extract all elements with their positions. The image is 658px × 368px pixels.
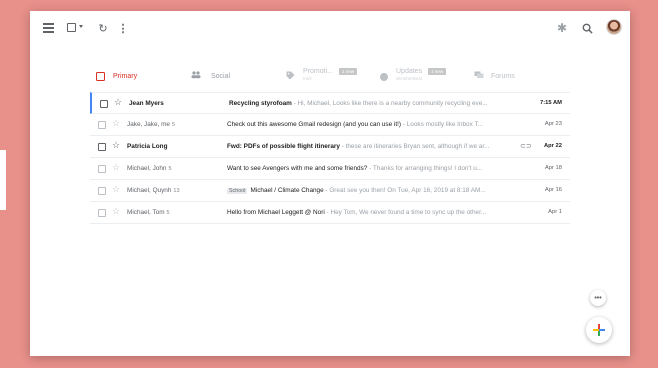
email-row[interactable]: ☆ Jake, Jake, me 5 Check out this awesome… (90, 114, 570, 136)
email-subject: Fwd: PDFs of possible flight itinerary (227, 143, 340, 150)
row-checkbox[interactable] (98, 165, 106, 173)
select-dropdown-icon[interactable] (79, 25, 83, 28)
email-sender: Michael, Tom 5 (127, 209, 223, 216)
tab-label: Social (211, 73, 231, 80)
avatar[interactable] (606, 19, 622, 35)
tab-primary[interactable]: Primary (96, 67, 137, 91)
email-subject: Recycling styrofoam (229, 100, 292, 107)
row-checkbox[interactable] (98, 187, 106, 195)
email-date: Apr 1 (548, 209, 562, 215)
tab-updates[interactable]: Updates 1 new WeatherBeat (380, 67, 447, 91)
email-content: Hello from Michael Leggett @ Nori - Hey … (227, 209, 515, 216)
star-icon[interactable]: ☆ (114, 98, 122, 107)
thread-count: 5 (171, 122, 176, 128)
sender-name: Michael, Quynh (127, 187, 172, 194)
email-date: Apr 16 (544, 187, 562, 193)
sender-name: Michael, John (127, 165, 167, 172)
new-badge: 1 new (338, 68, 357, 75)
tab-sublabel: Intel (303, 76, 312, 81)
sender-name: Michael, Tom (127, 209, 165, 216)
sender-name: Patricia Long (127, 143, 168, 150)
gmail-window: ↻ ⋮ ✱ Primary Social Promoti... 1 new In… (30, 11, 630, 356)
row-checkbox[interactable] (98, 121, 106, 129)
star-icon[interactable]: ☆ (112, 185, 120, 194)
thread-count: 5 (166, 210, 170, 216)
thread-count: 5 (168, 166, 172, 172)
email-sender: Patricia Long (127, 143, 223, 150)
background-notch (0, 150, 6, 210)
tab-social[interactable]: Social (191, 67, 230, 91)
tab-label: Updates (396, 68, 423, 75)
attachment-icon: ⊂⊃ (520, 143, 532, 150)
star-icon[interactable]: ☆ (112, 141, 120, 150)
row-checkbox[interactable] (98, 143, 106, 151)
more-options-button[interactable]: ••• (590, 290, 606, 306)
email-snippet: - Thanks for arranging things! I don't u… (367, 165, 483, 172)
email-row[interactable]: ☆ Michael, John 5 Want to see Avengers wi… (90, 158, 570, 180)
compose-button[interactable] (586, 317, 612, 343)
select-all-checkbox[interactable] (67, 23, 76, 32)
new-badge: 1 new (428, 68, 447, 75)
email-row[interactable]: ☆ Jean Myers Recycling styrofoam - Hi, M… (90, 92, 570, 114)
search-icon[interactable] (579, 20, 595, 36)
email-date: Apr 18 (544, 165, 562, 171)
tab-label: Primary (113, 73, 138, 80)
refresh-icon[interactable]: ↻ (95, 20, 111, 36)
email-date: 7:15 AM (539, 100, 562, 106)
tab-forums[interactable]: Forums (474, 67, 515, 91)
email-content: Check out this awesome Gmail redesign (a… (227, 121, 515, 128)
email-row[interactable]: ☆ Patricia Long Fwd: PDFs of possible fl… (90, 136, 570, 158)
category-tabs: Primary Social Promoti... 1 new Intel Up… (90, 67, 570, 91)
sender-name: Jake, Jake, me (127, 121, 170, 128)
email-subject: Hello from Michael Leggett @ Nori (227, 209, 325, 216)
tag-icon (286, 71, 295, 80)
email-subject: Michael / Climate Change (250, 187, 324, 194)
star-icon[interactable]: ☆ (112, 207, 120, 216)
forum-icon (474, 71, 484, 80)
row-checkbox[interactable] (98, 209, 106, 217)
email-row[interactable]: ☆ Michael, Quynh 13 School Michael / Clima… (90, 180, 570, 202)
tab-label: Forums (491, 73, 515, 80)
tab-label: Promoti... (303, 68, 333, 75)
email-content: Recycling styrofoam - Hi, Michael, Looks… (229, 100, 517, 107)
email-row[interactable]: ☆ Michael, Tom 5 Hello from Michael Legge… (90, 202, 570, 224)
label-chip[interactable]: School (227, 188, 248, 194)
email-subject: Want to see Avengers with me and some fr… (227, 165, 368, 172)
email-content: Want to see Avengers with me and some fr… (227, 165, 515, 172)
email-date: Apr 22 (543, 143, 562, 149)
people-icon (191, 71, 203, 80)
row-checkbox[interactable] (100, 100, 108, 108)
info-icon (380, 73, 388, 81)
star-icon[interactable]: ☆ (112, 119, 120, 128)
plus-icon (593, 324, 605, 336)
email-subject: Check out this awesome Gmail redesign (a… (227, 121, 402, 128)
email-sender: Michael, Quynh 13 (127, 187, 223, 194)
email-sender: Jake, Jake, me 5 (127, 121, 223, 128)
tab-sublabel: WeatherBeat (396, 76, 423, 81)
email-snippet: - these are itineraries Bryan sent, alth… (339, 143, 490, 150)
sender-name: Jean Myers (129, 100, 164, 107)
email-snippet: - Hey Tom, We never found a time to sync… (324, 209, 487, 216)
email-snippet: - Great see you then! On Tue, Apr 16, 20… (323, 187, 486, 194)
email-list: ☆ Jean Myers Recycling styrofoam - Hi, M… (90, 92, 570, 224)
tab-promotions[interactable]: Promoti... 1 new Intel (286, 67, 357, 91)
star-icon[interactable]: ☆ (112, 163, 120, 172)
gear-icon[interactable]: ✱ (554, 20, 570, 36)
more-vert-icon[interactable]: ⋮ (115, 20, 131, 36)
hamburger-menu-icon[interactable] (40, 20, 56, 36)
email-content: School Michael / Climate Change - Great s… (227, 187, 515, 194)
email-date: Apr 23 (544, 121, 562, 127)
email-content: Fwd: PDFs of possible flight itinerary -… (227, 143, 515, 150)
email-sender: Jean Myers (129, 100, 225, 107)
inbox-icon (96, 72, 105, 81)
thread-count: 13 (173, 188, 180, 194)
email-snippet: - Looks mostly like Inbox T... (401, 121, 483, 128)
email-sender: Michael, John 5 (127, 165, 223, 172)
email-snippet: - Hi, Michael, Looks like there is a nea… (291, 100, 488, 107)
top-toolbar: ↻ ⋮ ✱ (30, 11, 630, 45)
